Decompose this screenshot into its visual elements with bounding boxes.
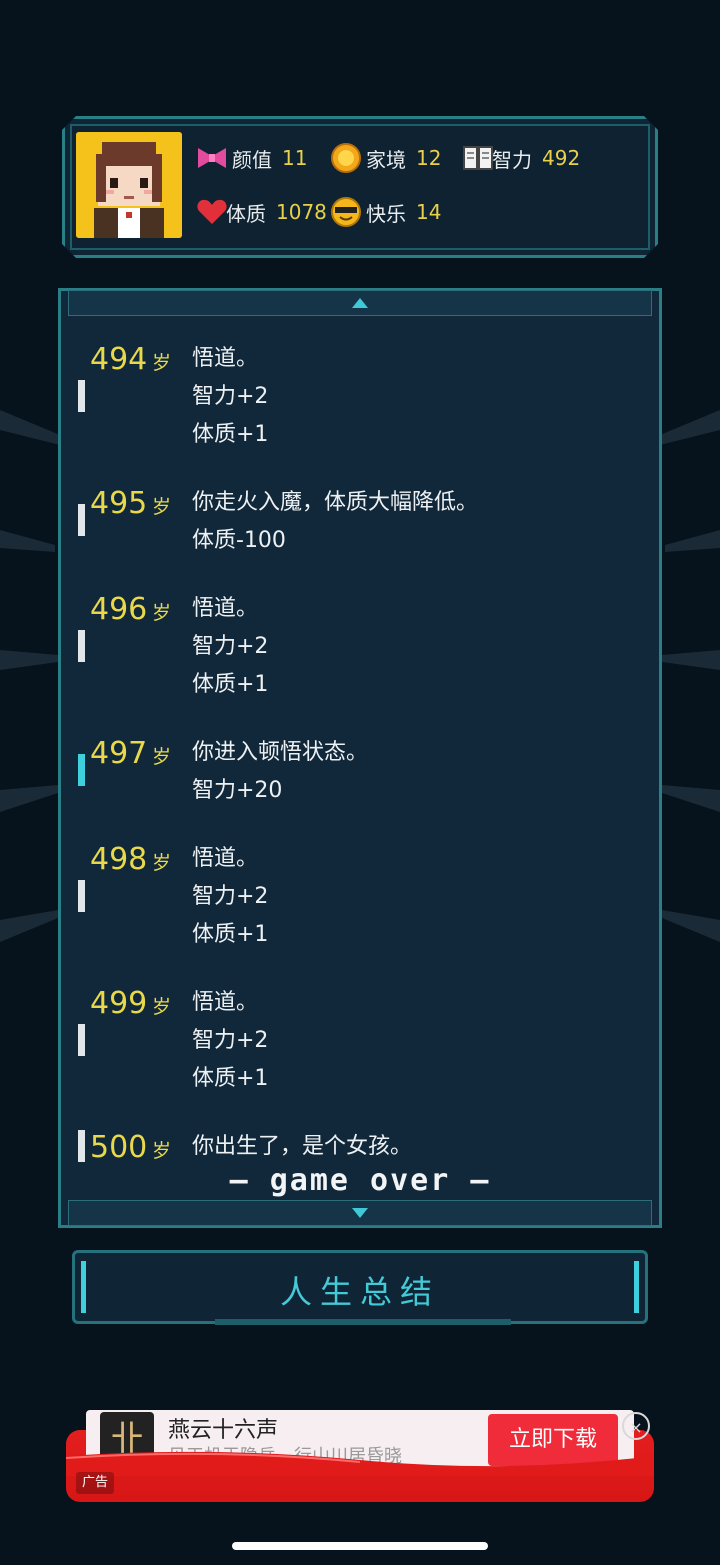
entry-age: 500	[90, 1130, 148, 1165]
entry-age-unit: 岁	[152, 996, 172, 1018]
bow-icon	[198, 148, 226, 168]
life-summary-button[interactable]: 人生总结	[72, 1250, 648, 1325]
stat-physique: 体质 1078	[196, 196, 327, 228]
ad-title: 燕云十六声	[168, 1418, 279, 1443]
entry-line: 智力+2	[192, 384, 269, 409]
ad-wave-decoration	[66, 1451, 654, 1476]
entry-marker	[78, 1024, 85, 1056]
entry-age: 497	[90, 736, 148, 771]
entry-line: 体质-100	[192, 528, 286, 553]
entry-marker	[78, 380, 85, 412]
entry-line: 智力+20	[192, 778, 283, 803]
entry-age: 494	[90, 342, 148, 377]
entry-line: 悟道。	[192, 990, 259, 1015]
arrow-up-icon	[352, 298, 368, 308]
stat-family-value: 12	[416, 146, 442, 170]
book-icon	[463, 146, 493, 170]
stat-looks: 颜值 11	[196, 142, 307, 174]
stat-looks-value: 11	[282, 146, 308, 170]
entry-line: 悟道。	[192, 346, 259, 371]
entry-age: 498	[90, 842, 148, 877]
stat-intelligence-label: 智力	[492, 147, 532, 172]
entry-age-unit: 岁	[152, 352, 172, 374]
entry-line: 体质+1	[192, 422, 269, 447]
entry-age: 499	[90, 986, 148, 1021]
stat-physique-label: 体质	[226, 201, 266, 226]
scroll-up-button[interactable]	[68, 290, 652, 316]
entry-marker	[78, 1130, 85, 1162]
stat-happiness-label: 快乐	[366, 201, 406, 226]
button-bottom-tab	[215, 1319, 511, 1325]
stat-looks-label: 颜值	[232, 147, 272, 172]
heart-icon	[197, 199, 227, 224]
arrow-down-icon	[352, 1208, 368, 1218]
entry-line: 智力+2	[192, 634, 269, 659]
pixel-character-icon	[76, 132, 182, 238]
entry-age-unit: 岁	[152, 1140, 172, 1162]
ad-badge: 广告	[76, 1472, 115, 1494]
sunglasses-face-icon	[331, 197, 361, 227]
entry-marker	[78, 880, 85, 912]
avatar	[76, 132, 182, 238]
entry-line: 体质+1	[192, 922, 269, 947]
entry-marker	[78, 630, 85, 662]
home-indicator[interactable]	[232, 1542, 488, 1550]
stat-happiness-value: 14	[416, 200, 442, 224]
life-summary-label: 人生总结	[279, 1273, 440, 1311]
stat-happiness: 快乐 14	[330, 196, 441, 228]
entry-age-unit: 岁	[152, 746, 172, 768]
entry-line: 你进入顿悟状态。	[192, 740, 369, 765]
stat-family: 家境 12	[330, 142, 441, 174]
entry-line: 体质+1	[192, 1066, 269, 1091]
entry-marker-highlight	[78, 754, 85, 786]
entry-line: 体质+1	[192, 672, 269, 697]
ad-close-icon[interactable]: ×	[622, 1412, 650, 1440]
entry-age: 496	[90, 592, 148, 627]
entry-line: 智力+2	[192, 884, 269, 909]
stat-intelligence-value: 492	[542, 146, 581, 170]
entry-age-unit: 岁	[152, 602, 172, 624]
entry-age-unit: 岁	[152, 496, 172, 518]
entry-line: 悟道。	[192, 596, 259, 621]
stat-family-label: 家境	[366, 147, 406, 172]
stat-intelligence: 智力 492	[462, 142, 580, 174]
entry-line: 你出生了，是个女孩。	[192, 1134, 413, 1159]
entry-line: 智力+2	[192, 1028, 269, 1053]
entry-age-unit: 岁	[152, 852, 172, 874]
entry-marker	[78, 504, 85, 536]
entry-line: 悟道。	[192, 846, 259, 871]
game-over-text: — game over —	[229, 1163, 491, 1198]
entry-age: 495	[90, 486, 148, 521]
stat-physique-value: 1078	[276, 200, 327, 224]
scroll-down-button[interactable]	[68, 1200, 652, 1226]
coin-icon	[331, 143, 361, 173]
entry-line: 你走火入魔，体质大幅降低。	[192, 490, 479, 515]
